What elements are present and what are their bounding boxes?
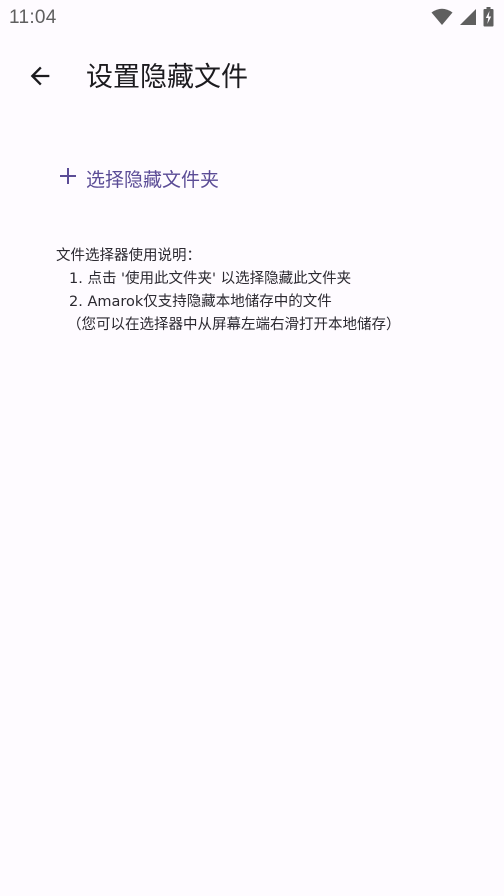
instruction-item: 1. 点击 '使用此文件夹' 以选择隐藏此文件夹 bbox=[69, 271, 352, 287]
select-folder-label: 选择隐藏文件夹 bbox=[86, 168, 220, 191]
arrow-back-icon bbox=[26, 62, 54, 94]
instruction-item: 2. Amarok仅支持隐藏本地储存中的文件 bbox=[69, 294, 332, 310]
status-icons bbox=[431, 7, 494, 27]
instructions-heading: 文件选择器使用说明： bbox=[56, 248, 201, 264]
instructions: 文件选择器使用说明： 1. 点击 '使用此文件夹' 以选择隐藏此文件夹 2. A… bbox=[56, 245, 496, 337]
wifi-icon bbox=[431, 8, 453, 26]
select-folder-button[interactable]: 选择隐藏文件夹 bbox=[50, 156, 229, 200]
status-time: 11:04 bbox=[9, 7, 57, 28]
signal-icon bbox=[459, 8, 477, 26]
battery-charging-icon bbox=[483, 7, 494, 27]
status-bar: 11:04 bbox=[0, 0, 504, 36]
screen: 11:04 设置隐藏文件 选择隐藏文件夹 文件选择器使用说明： 1. 点击 '使… bbox=[0, 0, 504, 896]
plus-icon bbox=[60, 168, 76, 188]
page-title: 设置隐藏文件 bbox=[86, 62, 248, 93]
back-button[interactable] bbox=[18, 56, 62, 100]
instructions-note: （您可以在选择器中从屏幕左端右滑打开本地储存） bbox=[67, 317, 401, 333]
app-bar: 设置隐藏文件 bbox=[0, 44, 504, 116]
